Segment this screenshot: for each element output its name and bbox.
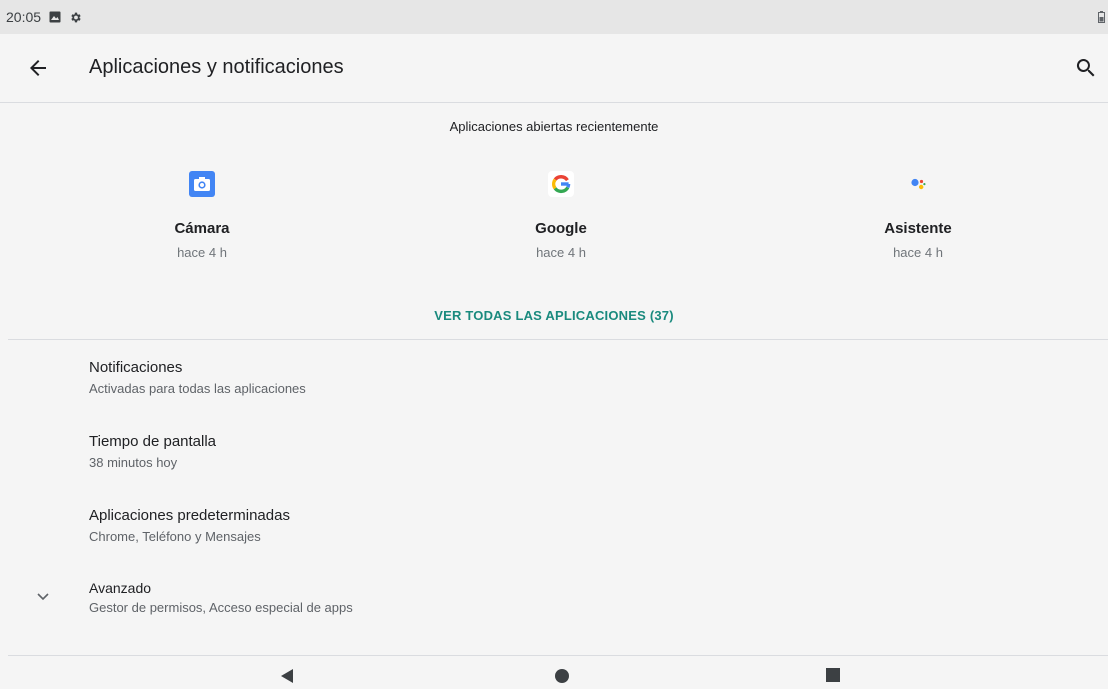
google-icon [547,170,575,198]
item-title: Tiempo de pantalla [89,433,217,450]
battery-icon [1098,10,1105,26]
settings-item-notifications[interactable]: Notificaciones Activadas para todas las … [0,350,1108,410]
item-subtitle: 38 minutos hoy [89,455,178,470]
status-time: 20:05 [6,9,42,25]
recent-app-assistant[interactable]: Asistente hace 4 h [818,170,1018,260]
navigation-bar [0,656,1108,684]
item-title: Notificaciones [89,359,183,376]
search-icon[interactable] [1074,56,1098,80]
image-notification-icon [49,11,61,23]
back-arrow-icon[interactable] [26,56,50,80]
assistant-icon [904,170,932,198]
item-subtitle: Gestor de permisos, Acceso especial de a… [89,600,353,615]
home-circle-icon[interactable] [554,668,570,689]
item-subtitle: Chrome, Teléfono y Mensajes [89,529,261,544]
recent-app-google[interactable]: Google hace 4 h [461,170,661,260]
recents-square-icon[interactable] [826,668,840,687]
app-name: Google [535,220,587,237]
divider [8,339,1108,340]
back-triangle-icon[interactable] [280,668,294,689]
item-title: Aplicaciones predeterminadas [89,507,290,524]
app-name: Asistente [884,220,952,237]
app-last-used: hace 4 h [893,245,943,260]
app-last-used: hace 4 h [177,245,227,260]
settings-item-screen-time[interactable]: Tiempo de pantalla 38 minutos hoy [0,424,1108,484]
app-name: Cámara [174,220,230,237]
app-bar: Aplicaciones y notificaciones [0,34,1108,103]
camera-icon [188,170,216,198]
item-title: Avanzado [89,580,152,596]
status-bar: 20:05 [0,0,1108,34]
chevron-down-icon [36,589,50,603]
settings-gear-icon [69,11,82,24]
settings-item-advanced[interactable]: Avanzado Gestor de permisos, Acceso espe… [0,572,1108,632]
app-last-used: hace 4 h [536,245,586,260]
page-title: Aplicaciones y notificaciones [89,56,344,78]
recent-app-camera[interactable]: Cámara hace 4 h [102,170,302,260]
see-all-apps-button[interactable]: VER TODAS LAS APLICACIONES (37) [0,308,1108,323]
item-subtitle: Activadas para todas las aplicaciones [89,381,306,396]
recent-apps-header: Aplicaciones abiertas recientemente [449,119,659,134]
settings-item-default-apps[interactable]: Aplicaciones predeterminadas Chrome, Tel… [0,498,1108,558]
